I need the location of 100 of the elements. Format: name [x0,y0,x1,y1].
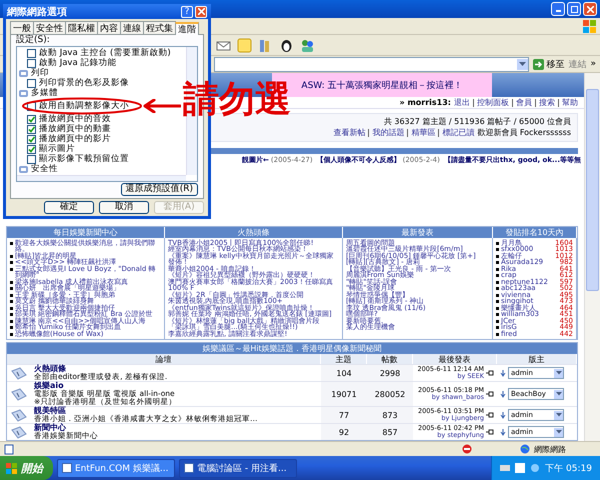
dropdown-caret-icon[interactable] [554,428,563,436]
tab[interactable]: 安全性 [33,21,66,34]
people-icon[interactable] [300,38,315,52]
tab[interactable]: 程式集 [143,21,176,34]
close-icon [198,8,204,15]
forum-name[interactable]: 新聞中心 [34,424,66,432]
column-header: 版主 [497,354,577,364]
setting-label: 啟用自動調整影像大小 [39,100,129,112]
tab[interactable]: 一般 [10,21,34,34]
dialog-button[interactable]: 確定 [44,201,94,214]
restore-defaults-button[interactable]: 還原成預設值(R) [120,183,198,196]
bullet-icon [496,261,499,264]
keyboard-icon[interactable] [500,463,510,473]
posts-count: 857 [367,424,413,440]
horizontal-scrollbar[interactable] [17,175,186,181]
taskbar-button[interactable]: 電腦討論區 - 用注看... [179,458,297,478]
quick-link[interactable]: 標記已讀 [438,129,474,137]
page-icon [4,444,14,454]
go-button[interactable]: 移至 [533,58,564,70]
checkbox[interactable] [27,154,36,164]
category-label: 列印 [31,67,49,78]
arrow-down-icon [500,412,506,418]
nav-link[interactable]: 退出 [454,97,470,108]
forum-name[interactable]: 靚美特區 [34,407,66,415]
address-field[interactable] [214,56,530,72]
setting-label: 顯示影像下載預留位置 [39,153,129,164]
go-arrow-icon [533,58,544,70]
bullet-icon [10,294,13,296]
blocked-icon [462,444,472,454]
links-label: 連結 [568,58,586,70]
tab[interactable]: 隱私權 [65,21,98,34]
bullet-icon [496,274,499,277]
forum-name[interactable]: 娛樂aio [34,382,64,390]
nav-link[interactable]: 會員 [512,98,532,106]
scroll-thumb[interactable] [586,89,599,291]
windows-logo-icon [583,20,596,32]
tab[interactable]: 進階 [175,22,199,35]
jump-icon[interactable] [486,411,494,419]
bullet-icon [496,268,499,270]
bullet-icon [496,332,499,336]
quick-link[interactable]: 我的話題 [368,129,404,137]
bullet-icon [10,287,13,290]
help-button[interactable]: ? [181,6,193,18]
posts-count: 873 [367,407,413,423]
forum-name[interactable]: 火熱頭條 [34,365,66,373]
dropdown-caret-icon[interactable] [554,368,563,378]
checkbox[interactable] [27,144,36,154]
category-label: 安全性 [31,163,58,175]
jump-icon[interactable] [486,428,494,436]
zone-label: 網際網路 [534,444,567,454]
quick-link[interactable]: 查看新帖 [333,128,366,138]
tab[interactable]: 內容 [97,21,121,34]
dropdown-caret-icon[interactable] [554,410,563,420]
bullet-icon [10,313,13,316]
jump-icon[interactable] [486,390,494,398]
bullet-icon [10,261,13,264]
nav-link[interactable]: 幫助 [558,98,578,106]
windows-logo-icon [6,462,17,474]
chevron-button[interactable]: » [590,59,596,69]
minimize-button[interactable] [551,2,565,16]
maximize-button[interactable] [567,2,581,16]
bullet-icon [10,242,13,244]
close-button[interactable] [583,2,597,16]
checkbox[interactable] [27,134,36,144]
scrollbar[interactable] [584,73,600,441]
topics-count: 19071 [321,382,367,406]
dropdown-caret-icon[interactable] [554,390,563,398]
jump-icon[interactable] [486,369,494,377]
dialog-title: 網際網路選項 [7,6,68,18]
setting-label: 播放網頁中的動畫 [39,123,111,134]
globe-icon [520,444,530,454]
square-icon[interactable] [515,463,526,473]
close-button[interactable] [195,6,207,18]
checkbox[interactable] [27,114,36,124]
bullet-icon [10,326,13,329]
dropdown-caret-icon[interactable] [517,58,528,70]
settings-label: 設定(S): [16,36,51,45]
clock: 下午 05:19 [545,462,592,474]
bullet-icon [496,313,499,316]
maximize-icon [570,6,578,12]
start-button[interactable]: 開始 [0,456,53,480]
welcome-text: 歡迎新會員 Fockerssssss [477,128,571,138]
setting-label: 列印背景的色彩及影像 [39,77,129,88]
nav-link[interactable]: 搜索 [535,98,555,106]
checkbox[interactable] [27,78,36,88]
checkbox[interactable] [27,124,36,134]
posts-count: 280052 [367,382,413,406]
tab[interactable]: 連線 [120,21,144,34]
quick-link[interactable]: 精華區 [407,129,436,137]
document-icon [10,408,27,422]
topics-count: 104 [321,365,367,381]
nav-link[interactable]: 控制面板 [473,98,509,106]
checkbox[interactable] [27,48,36,58]
category-label: 多媒體 [31,87,58,99]
setting-label: 播放網頁中的影片 [39,133,111,144]
topics-count: 92 [321,424,367,440]
document-icon [10,426,27,438]
taskbar-button[interactable]: EntFun.COM 娛樂議... [57,458,175,478]
dialog-button[interactable]: 取消 [99,201,149,214]
checkbox[interactable] [27,58,36,68]
